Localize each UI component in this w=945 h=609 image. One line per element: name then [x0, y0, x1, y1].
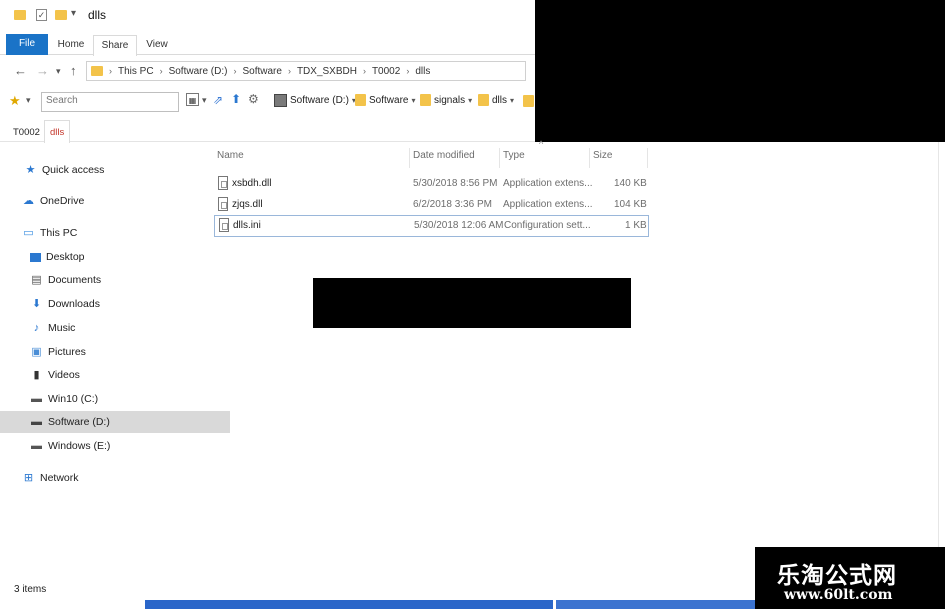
- ini-file-icon: [219, 218, 229, 232]
- breadcrumb-software-d[interactable]: Software (D:): [169, 66, 228, 77]
- window-right-edge: [938, 142, 945, 547]
- column-header-size[interactable]: Size: [593, 150, 612, 161]
- favorites-dropdown-icon[interactable]: ▾: [26, 95, 31, 106]
- nav-item-win10-c[interactable]: ▬ Win10 (C:): [0, 388, 230, 410]
- computer-icon: ▭: [23, 227, 34, 239]
- pictures-icon: ▣: [31, 346, 42, 358]
- download-icon: ⬇: [31, 298, 42, 310]
- nav-item-network[interactable]: ⊞ Network: [0, 467, 222, 489]
- forward-arrow-icon[interactable]: →: [36, 63, 49, 78]
- file-row[interactable]: zjqs.dll 6/2/2018 3:36 PM Application ex…: [214, 195, 647, 215]
- taskbar-segment: [145, 600, 553, 609]
- folder-icon: [478, 94, 489, 106]
- customize-quick-access-icon[interactable]: ▾: [71, 8, 76, 19]
- breadcrumb-this-pc[interactable]: This PC: [118, 66, 154, 77]
- tab-t0002[interactable]: T0002: [9, 124, 44, 141]
- layout-icon[interactable]: ▦: [186, 93, 199, 106]
- file-date: 6/2/2018 3:36 PM: [413, 199, 492, 210]
- drive-icon: ▬: [31, 393, 42, 405]
- file-size: 1 KB: [625, 220, 647, 231]
- nav-item-downloads[interactable]: ⬇ Downloads: [0, 293, 230, 315]
- toolbar-link-dlls[interactable]: dlls ▾: [478, 94, 514, 106]
- nav-item-windows-e[interactable]: ▬ Windows (E:): [0, 435, 230, 457]
- nav-item-software-d[interactable]: ▬ Software (D:): [0, 411, 230, 433]
- folder-icon: [14, 10, 26, 20]
- drive-icon: ▬: [31, 440, 42, 452]
- cloud-icon: ☁: [23, 195, 34, 207]
- tab-file[interactable]: File: [6, 34, 48, 55]
- back-arrow-icon[interactable]: ←: [14, 63, 27, 78]
- watermark-text: 乐淘公式网: [777, 562, 897, 589]
- file-type: Configuration sett...: [504, 220, 591, 231]
- nav-item-quick-access[interactable]: ★ Quick access: [0, 159, 224, 181]
- window-title: dlls: [88, 8, 107, 22]
- file-name: dlls.ini: [233, 220, 261, 231]
- tab-share[interactable]: Share: [93, 35, 137, 56]
- sort-ascending-icon: ^: [539, 139, 544, 149]
- folder-icon[interactable]: [523, 95, 534, 107]
- dll-file-icon: [218, 176, 228, 190]
- dll-file-icon: [218, 197, 228, 211]
- nav-item-onedrive[interactable]: ☁ OneDrive: [0, 190, 222, 212]
- toolbar-link-software[interactable]: Software ▾: [355, 94, 415, 106]
- file-row[interactable]: xsbdh.dll 5/30/2018 8:56 PM Application …: [214, 174, 647, 194]
- nav-item-music[interactable]: ♪ Music: [0, 317, 230, 339]
- network-icon: ⊞: [23, 472, 34, 484]
- file-row[interactable]: dlls.ini 5/30/2018 12:06 AM Configuratio…: [214, 215, 649, 237]
- file-size: 140 KB: [614, 178, 647, 189]
- nav-item-documents[interactable]: ▤ Documents: [0, 269, 230, 291]
- address-bar[interactable]: › This PC › Software (D:) › Software › T…: [86, 61, 526, 81]
- column-header-date-modified[interactable]: Date modified: [413, 150, 475, 161]
- nav-item-pictures[interactable]: ▣ Pictures: [0, 341, 230, 363]
- properties-icon[interactable]: ✓: [36, 9, 47, 21]
- nav-item-desktop[interactable]: Desktop: [0, 246, 230, 268]
- music-icon: ♪: [33, 322, 40, 334]
- breadcrumb-tdx-sxbdh[interactable]: TDX_SXBDH: [297, 66, 357, 77]
- star-icon: ★: [25, 164, 36, 176]
- redaction-block: [313, 278, 631, 328]
- documents-icon: ▤: [31, 274, 42, 286]
- folder-icon: [355, 94, 366, 106]
- recent-locations-icon[interactable]: ▾: [56, 66, 61, 77]
- status-item-count: 3 items: [14, 584, 47, 595]
- videos-icon: ▮: [33, 369, 40, 381]
- favorites-star-icon[interactable]: ★: [9, 93, 21, 109]
- file-size: 104 KB: [614, 199, 647, 210]
- file-date: 5/30/2018 8:56 PM: [413, 178, 498, 189]
- watermark-url: www.60lt.com: [784, 587, 893, 603]
- file-type: Application extens...: [503, 178, 593, 189]
- file-date: 5/30/2018 12:06 AM: [414, 220, 504, 231]
- folder-icon: [420, 94, 431, 106]
- column-header-name[interactable]: Name: [217, 150, 244, 161]
- file-name: zjqs.dll: [232, 199, 263, 210]
- folder-icon: [91, 66, 103, 76]
- tab-dlls[interactable]: dlls: [44, 120, 71, 145]
- column-header-type[interactable]: Type: [503, 150, 525, 161]
- search-input[interactable]: Search: [41, 92, 179, 112]
- breadcrumb-software[interactable]: Software: [242, 66, 281, 77]
- toolbar-link-software-d[interactable]: Software (D:) ▾: [274, 94, 356, 107]
- tab-view[interactable]: View: [138, 35, 176, 55]
- new-folder-icon[interactable]: [55, 10, 67, 20]
- tab-home[interactable]: Home: [52, 35, 90, 55]
- breadcrumb-t0002[interactable]: T0002: [372, 66, 400, 77]
- desktop-icon: [30, 252, 41, 262]
- ribbon-tabs: File Home Share View: [0, 31, 535, 56]
- drive-icon: ▬: [31, 416, 42, 428]
- layout-dropdown-icon[interactable]: ▾: [202, 95, 207, 106]
- drive-icon: [274, 94, 287, 107]
- nav-item-this-pc[interactable]: ▭ This PC: [0, 222, 222, 244]
- up-arrow-icon[interactable]: ↑: [70, 63, 77, 78]
- file-type: Application extens...: [503, 199, 593, 210]
- breadcrumb-dlls[interactable]: dlls: [415, 66, 430, 77]
- share-icon[interactable]: ⇗: [213, 93, 223, 107]
- nav-item-videos[interactable]: ▮ Videos: [0, 364, 230, 386]
- folder-tabs: [0, 118, 535, 142]
- toolbar-link-signals[interactable]: signals ▾: [420, 94, 472, 106]
- taskbar-segment: [556, 600, 756, 609]
- up-folder-icon[interactable]: ⬆: [231, 92, 241, 106]
- title-bar: ✓ ▾ dlls: [0, 0, 535, 31]
- settings-gear-icon[interactable]: ⚙: [248, 92, 259, 106]
- file-name: xsbdh.dll: [232, 178, 272, 189]
